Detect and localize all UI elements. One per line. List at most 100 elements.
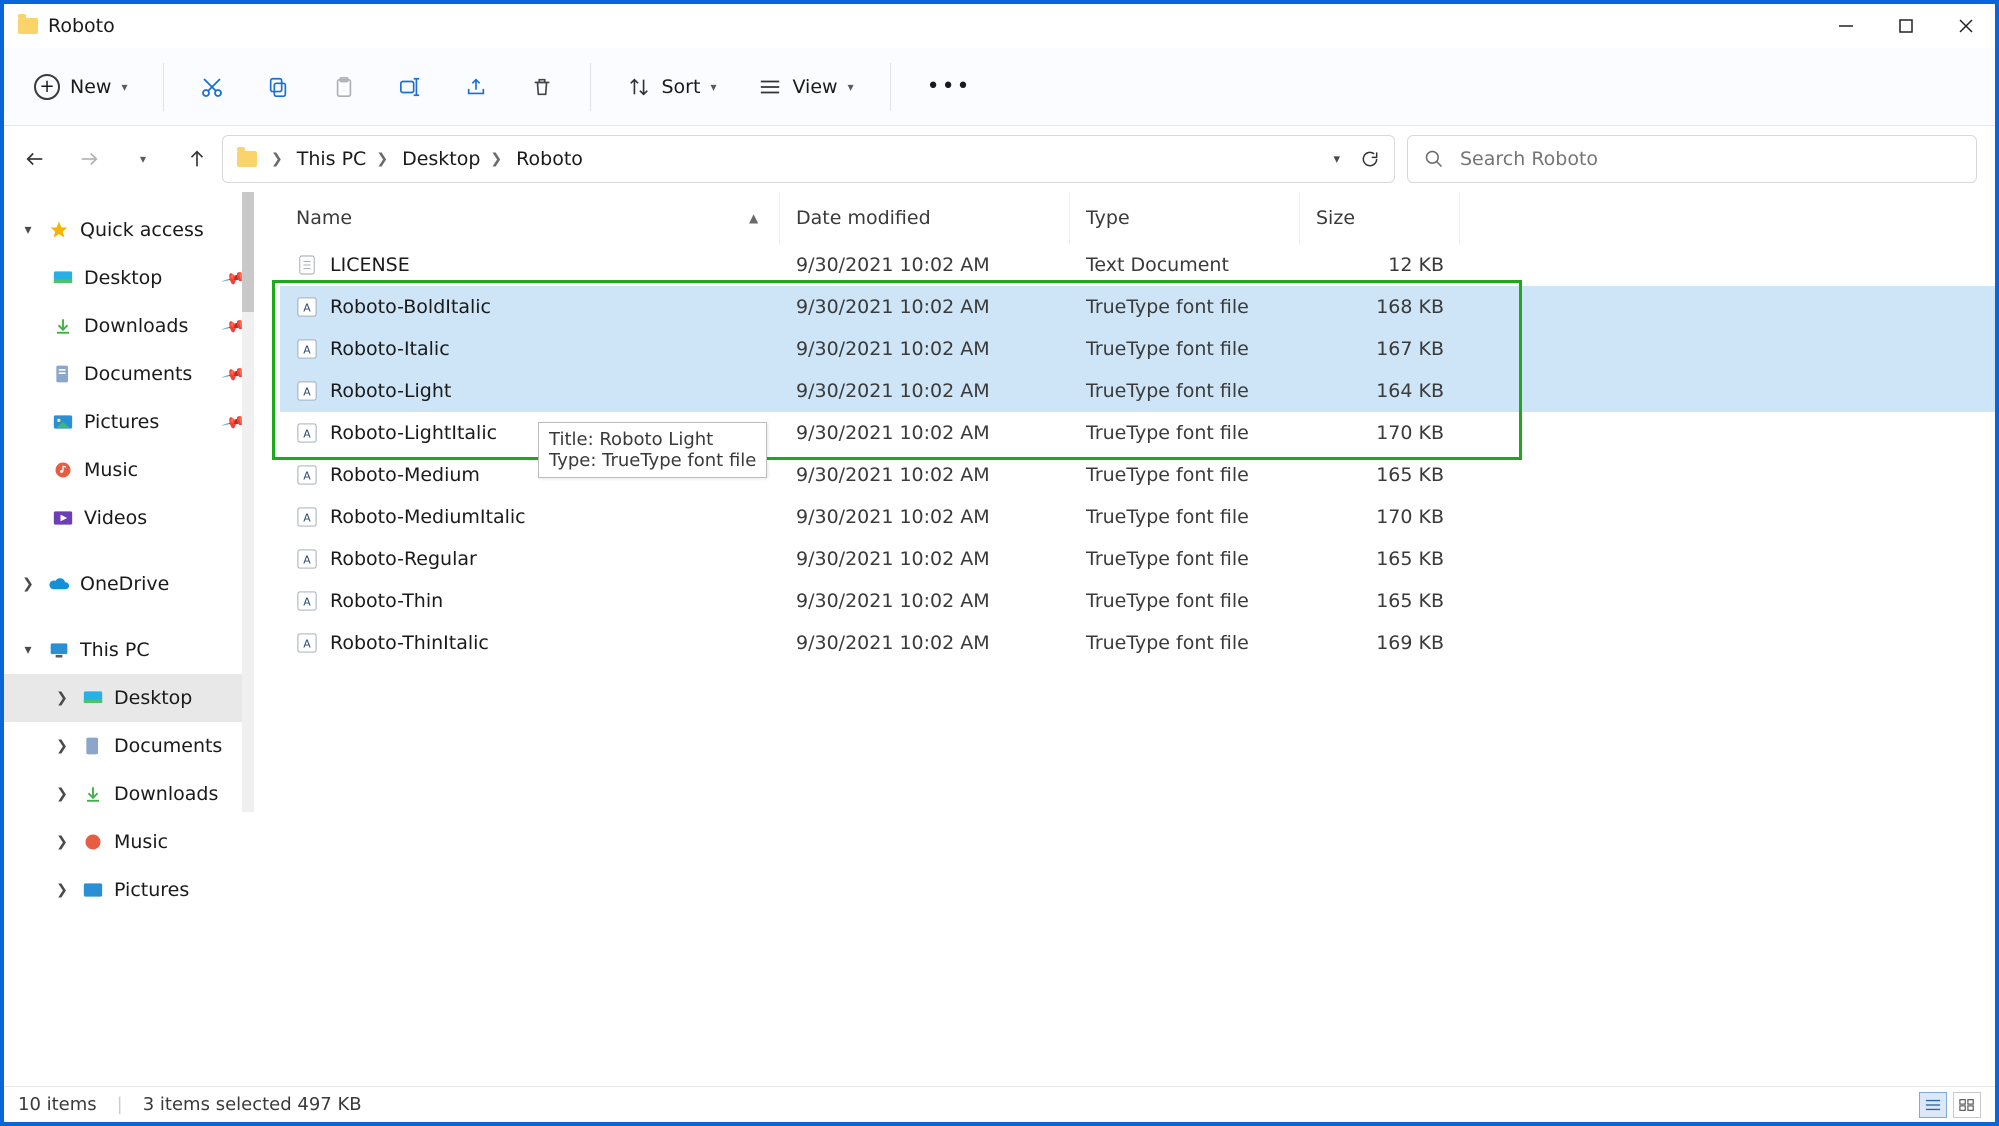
sidebar-this-pc[interactable]: ▾ This PC [4, 626, 254, 674]
up-button[interactable] [184, 146, 210, 172]
cloud-icon [48, 573, 70, 595]
sidebar-pc-pictures[interactable]: ❯ Pictures [4, 866, 254, 914]
svg-text:A: A [303, 302, 311, 315]
sidebar-scrollbar[interactable] [242, 192, 254, 812]
file-row[interactable]: ARoboto-Light9/30/2021 10:02 AMTrueType … [280, 370, 1995, 412]
breadcrumb-item[interactable]: Desktop ❯ [402, 148, 502, 170]
toolbar: + New ▾ Sort ▾ [4, 48, 1995, 126]
search-box[interactable] [1407, 135, 1977, 183]
font-file-icon: A [296, 296, 318, 318]
refresh-button[interactable] [1360, 149, 1380, 169]
file-row[interactable]: ARoboto-Thin9/30/2021 10:02 AMTrueType f… [280, 580, 1995, 622]
file-row[interactable]: ARoboto-BoldItalic9/30/2021 10:02 AMTrue… [280, 286, 1995, 328]
maximize-button[interactable] [1895, 15, 1917, 37]
file-list[interactable]: LICENSE9/30/2021 10:02 AMText Document12… [280, 244, 1995, 664]
scrollbar-thumb[interactable] [242, 192, 254, 312]
file-name: Roboto-Medium [330, 464, 480, 486]
chevron-right-icon: ❯ [52, 786, 72, 802]
file-row[interactable]: LICENSE9/30/2021 10:02 AMText Document12… [280, 244, 1995, 286]
chevron-down-icon: ▾ [848, 80, 854, 94]
sidebar-item-music[interactable]: Music [4, 446, 254, 494]
file-type: Text Document [1070, 254, 1300, 276]
forward-button[interactable] [76, 146, 102, 172]
file-size: 167 KB [1300, 338, 1460, 360]
copy-button[interactable] [248, 60, 308, 114]
details-view-toggle[interactable] [1919, 1092, 1947, 1118]
file-size: 165 KB [1300, 548, 1460, 570]
sidebar-pc-desktop[interactable]: ❯ Desktop [4, 674, 254, 722]
file-name: Roboto-LightItalic [330, 422, 497, 444]
sidebar-item-pictures[interactable]: Pictures 📌 [4, 398, 254, 446]
chevron-down-icon[interactable]: ▾ [1333, 152, 1340, 167]
tooltip-line: Title: Roboto Light [549, 429, 756, 450]
file-row[interactable]: ARoboto-Regular9/30/2021 10:02 AMTrueTyp… [280, 538, 1995, 580]
view-icon [758, 75, 782, 99]
column-header-date[interactable]: Date modified [780, 192, 1070, 244]
file-row[interactable]: ARoboto-ThinItalic9/30/2021 10:02 AMTrue… [280, 622, 1995, 664]
trash-icon [530, 75, 554, 99]
file-name: Roboto-ThinItalic [330, 632, 489, 654]
separator [163, 63, 164, 111]
sidebar-quick-access[interactable]: ▾ Quick access [4, 206, 254, 254]
sidebar-pc-music[interactable]: ❯ Music [4, 818, 254, 866]
rename-button[interactable] [380, 60, 440, 114]
sidebar-item-desktop[interactable]: Desktop 📌 [4, 254, 254, 302]
new-button[interactable]: + New ▾ [16, 60, 145, 114]
sort-button[interactable]: Sort ▾ [609, 60, 734, 114]
delete-button[interactable] [512, 60, 572, 114]
file-name: Roboto-MediumItalic [330, 506, 526, 528]
column-label: Size [1316, 207, 1355, 229]
view-label: View [792, 76, 837, 98]
font-file-icon: A [296, 464, 318, 486]
star-icon [48, 219, 70, 241]
column-header-type[interactable]: Type [1070, 192, 1300, 244]
breadcrumb-item[interactable]: This PC ❯ [297, 148, 388, 170]
download-icon [82, 783, 104, 805]
file-name: Roboto-Light [330, 380, 451, 402]
sidebar-pc-downloads[interactable]: ❯ Downloads [4, 770, 254, 818]
column-header-name[interactable]: Name ▲ [280, 192, 780, 244]
sidebar-item-documents[interactable]: Documents 📌 [4, 350, 254, 398]
sidebar-item-videos[interactable]: Videos [4, 494, 254, 542]
search-input[interactable] [1458, 147, 1960, 171]
column-header-size[interactable]: Size [1300, 192, 1460, 244]
cut-button[interactable] [182, 60, 242, 114]
file-type: TrueType font file [1070, 296, 1300, 318]
share-button[interactable] [446, 60, 506, 114]
view-button[interactable]: View ▾ [740, 60, 871, 114]
sidebar-item-downloads[interactable]: Downloads 📌 [4, 302, 254, 350]
minimize-button[interactable] [1835, 15, 1857, 37]
ellipsis-icon: ••• [927, 74, 972, 99]
sidebar-label: Documents [114, 735, 222, 757]
file-row[interactable]: ARoboto-Italic9/30/2021 10:02 AMTrueType… [280, 328, 1995, 370]
svg-text:A: A [303, 596, 311, 609]
paste-button[interactable] [314, 60, 374, 114]
file-list-pane: Name ▲ Date modified Type Size LICENSE9/… [254, 192, 1995, 1086]
thumbnails-view-toggle[interactable] [1953, 1092, 1981, 1118]
chevron-down-icon: ▾ [121, 80, 127, 94]
close-button[interactable] [1955, 15, 1977, 37]
file-date: 9/30/2021 10:02 AM [780, 254, 1070, 276]
breadcrumb-item[interactable]: Roboto [516, 148, 583, 170]
svg-text:A: A [303, 554, 311, 567]
chevron-right-icon: ❯ [52, 882, 72, 898]
breadcrumb-label: Roboto [516, 148, 583, 170]
file-type: TrueType font file [1070, 422, 1300, 444]
file-type: TrueType font file [1070, 338, 1300, 360]
address-bar[interactable]: ❯ This PC ❯ Desktop ❯ Roboto ▾ [222, 135, 1395, 183]
column-headers: Name ▲ Date modified Type Size [280, 192, 1995, 244]
text-file-icon [296, 254, 318, 276]
pictures-icon [52, 411, 74, 433]
file-type: TrueType font file [1070, 548, 1300, 570]
file-row[interactable]: ARoboto-MediumItalic9/30/2021 10:02 AMTr… [280, 496, 1995, 538]
sidebar-pc-documents[interactable]: ❯ Documents [4, 722, 254, 770]
status-bar: 10 items | 3 items selected 497 KB [4, 1086, 1995, 1122]
sidebar: ▾ Quick access Desktop 📌 Downloads 📌 Doc… [4, 192, 254, 1086]
sidebar-onedrive[interactable]: ❯ OneDrive [4, 560, 254, 608]
sidebar-label: OneDrive [80, 573, 169, 595]
more-button[interactable]: ••• [909, 60, 990, 114]
recent-locations-button[interactable]: ▾ [130, 146, 156, 172]
svg-text:A: A [303, 344, 311, 357]
svg-text:A: A [303, 638, 311, 651]
back-button[interactable] [22, 146, 48, 172]
